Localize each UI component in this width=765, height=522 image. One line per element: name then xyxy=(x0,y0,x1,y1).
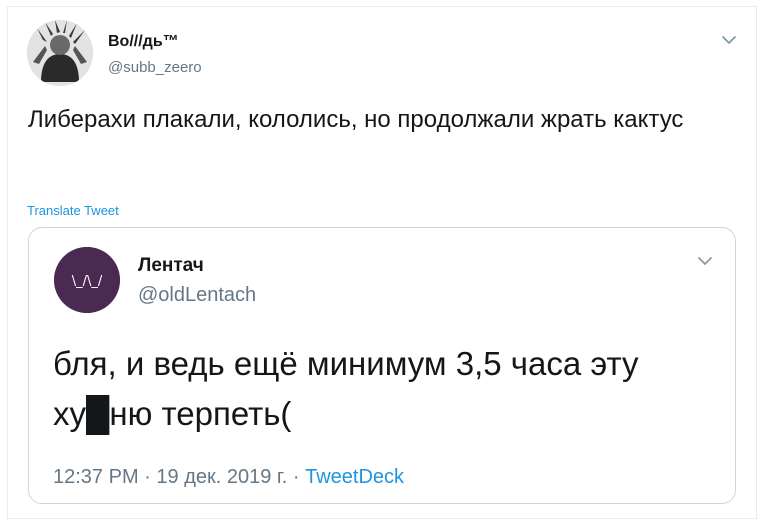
quoted-source-link[interactable]: TweetDeck xyxy=(305,466,404,488)
quoted-chevron-down-icon[interactable] xyxy=(694,252,716,270)
quoted-time[interactable]: 12:37 PM xyxy=(53,466,139,488)
display-name[interactable]: Во///дь™ xyxy=(108,33,179,51)
lentach-logo-icon: \_/\_/ xyxy=(54,247,120,313)
user-handle[interactable]: @subb_zeero xyxy=(108,59,202,76)
avatar[interactable] xyxy=(27,20,93,86)
quoted-display-name[interactable]: Лентач xyxy=(138,255,204,277)
quoted-tweet[interactable]: \_/\_/ Лентач @oldLentach бля, и ведь ещ… xyxy=(28,227,736,504)
quoted-date[interactable]: 19 дек. 2019 г. xyxy=(156,466,287,488)
quoted-avatar[interactable]: \_/\_/ xyxy=(54,247,120,313)
lentach-logo-text: \_/\_/ xyxy=(72,274,103,289)
quoted-user-handle[interactable]: @oldLentach xyxy=(138,284,256,307)
tweet-card: Во///дь™ @subb_zeero Либерахи плакали, к… xyxy=(7,6,757,519)
tweet-text: Либерахи плакали, кололись, но продолжал… xyxy=(28,106,684,133)
meta-separator: · xyxy=(292,466,300,488)
chevron-down-icon[interactable] xyxy=(718,31,740,49)
quoted-tweet-meta: 12:37 PM · 19 дек. 2019 г. · TweetDeck xyxy=(53,466,404,489)
avatar-image xyxy=(27,20,93,86)
translate-tweet-link[interactable]: Translate Tweet xyxy=(27,203,119,218)
quoted-tweet-text: бля, и ведь ещё минимум 3,5 часа эту ху█… xyxy=(53,345,639,432)
meta-separator: · xyxy=(144,466,151,488)
